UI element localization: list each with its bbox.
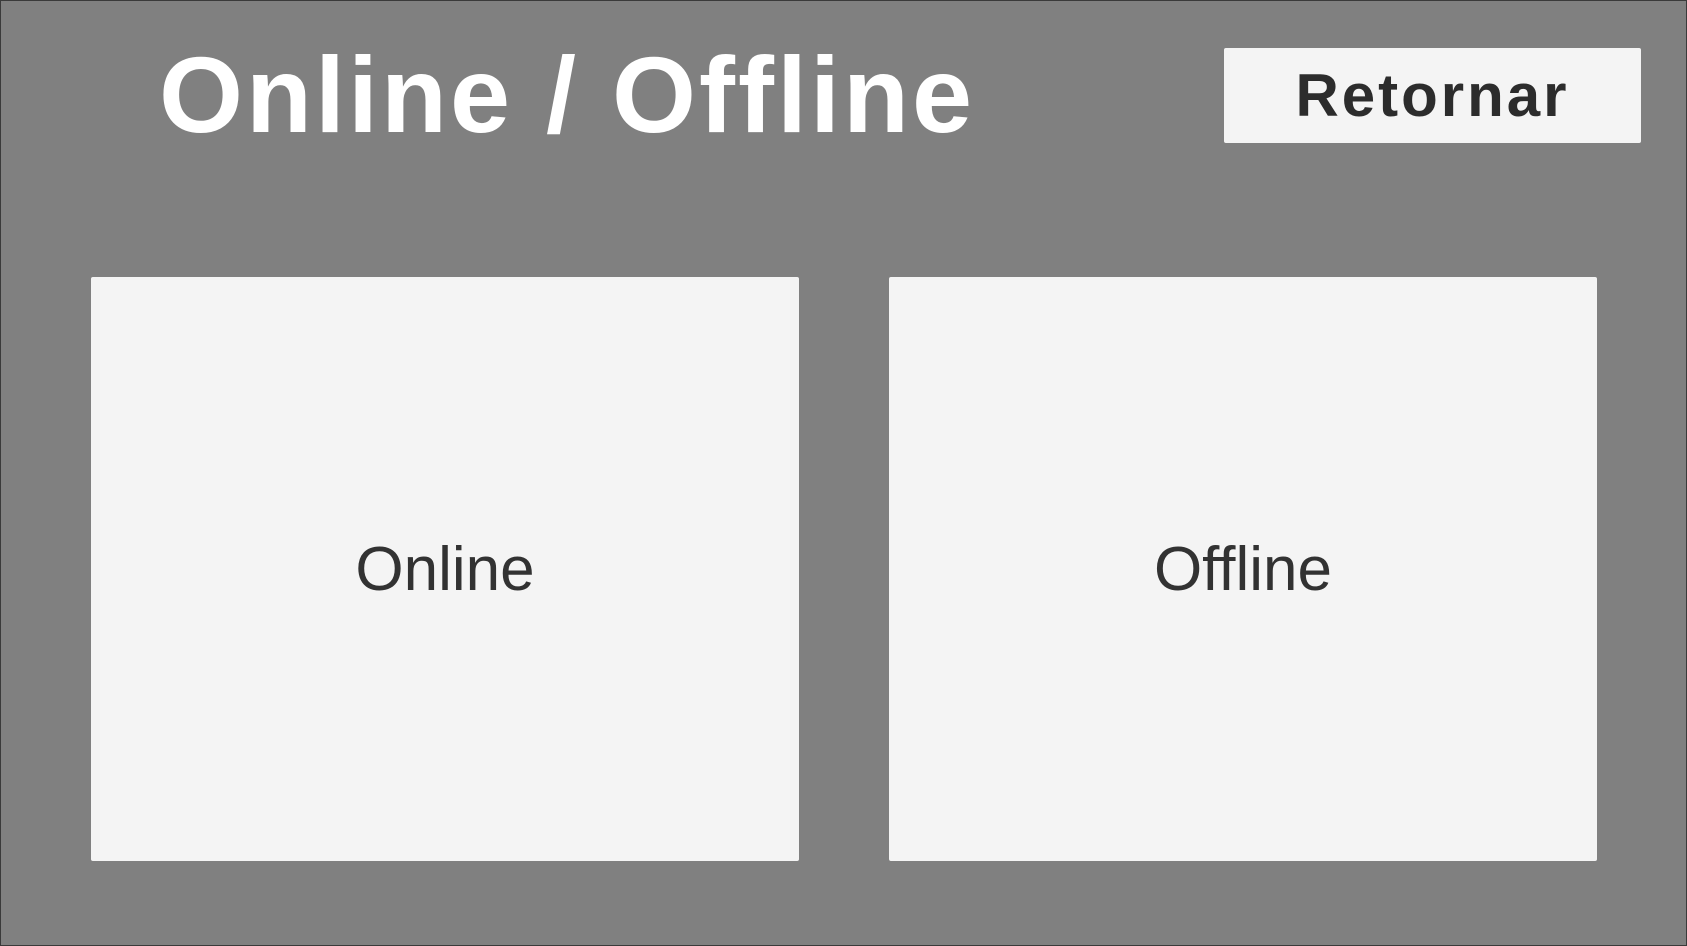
offline-button[interactable]: Offline	[889, 277, 1597, 861]
mode-select-screen: Online / Offline Retornar Online Offline	[0, 0, 1687, 946]
page-title: Online / Offline	[159, 34, 976, 155]
online-button[interactable]: Online	[91, 277, 799, 861]
return-button[interactable]: Retornar	[1224, 48, 1641, 143]
online-button-label: Online	[355, 534, 535, 604]
offline-button-label: Offline	[1153, 534, 1333, 604]
